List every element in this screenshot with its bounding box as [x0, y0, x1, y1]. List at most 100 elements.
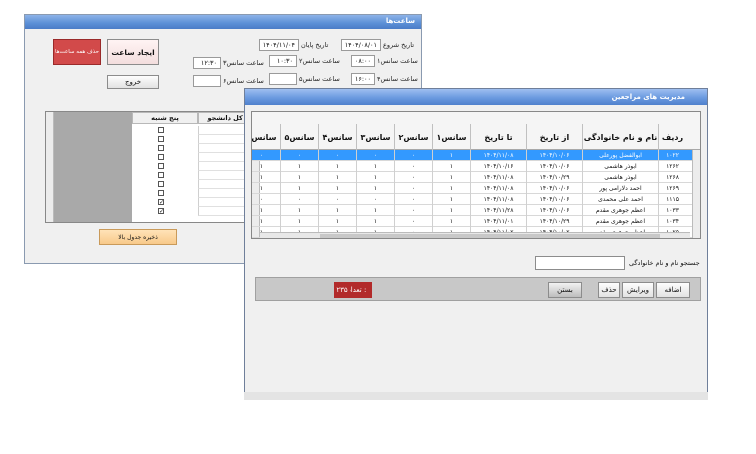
- clients-grid-cell: ۱: [252, 161, 280, 172]
- clients-grid[interactable]: ردیف نام و نام خانوادگی از تاریخ تا تاریخ سا…: [251, 111, 701, 239]
- time6-field[interactable]: [193, 75, 221, 87]
- clients-grid-cell: ۱: [356, 216, 394, 227]
- taskbar-strip: [244, 392, 708, 400]
- clients-grid-cell: ۱۰۳۳: [658, 205, 686, 216]
- clients-grid-cell: ۱۴۰۴/۱۰/۱۶: [470, 161, 526, 172]
- clients-grid-row[interactable]: ۱۲۶۸ ابوذر هاشمی ۱۴۰۴/۱۰/۲۹ ۱۴۰۴/۱۱/۰۸ ۱ ۰ ۱ ۱ ۱…: [252, 172, 700, 183]
- students-grid[interactable]: پنج شنبه تعداد کل دانشجو ۲۲۳۲۲۴۲۱۱۱۴۶۲۲۵…: [45, 111, 267, 223]
- clients-grid-cell: ۱۴۰۴/۱۱/۰۱: [470, 216, 526, 227]
- students-grid-scrollbar[interactable]: [46, 112, 54, 222]
- clients-grid-cell: ۰: [356, 194, 394, 205]
- count-value: ۲۳۵: [334, 282, 350, 298]
- edit-button[interactable]: ویرایش: [622, 282, 654, 298]
- clients-grid-cell: ۱: [432, 194, 470, 205]
- clients-grid-cell: ۱۴۰۴/۱۰/۰۶: [526, 183, 582, 194]
- clients-grid-cell: ۱۰۲۲: [658, 150, 686, 161]
- delete-button[interactable]: حذف: [598, 282, 620, 298]
- time3-field[interactable]: ۱۲:۳۰: [193, 57, 221, 69]
- clients-grid-cell: ۱: [280, 183, 318, 194]
- time4-field[interactable]: ۱۶:۰۰: [351, 73, 375, 85]
- add-button[interactable]: اضافه: [656, 282, 690, 298]
- save-table-button[interactable]: ذخیره جدول بالا: [99, 229, 177, 245]
- clients-grid-row[interactable]: ۱۲۶۲ ابوذر هاشمی ۱۴۰۴/۱۰/۰۶ ۱۴۰۴/۱۰/۱۶ ۱ ۰ ۱ ۱ ۱…: [252, 161, 700, 172]
- clients-grid-row[interactable]: ۱۰۳۳ اعظم جوهری مقدم ۱۴۰۴/۱۰/۰۶ ۱۴۰۴/۱۱/۲۸ ۱…: [252, 205, 700, 216]
- clients-grid-row[interactable]: ۱۰۲۲ ابوالفضل پورعلی ۱۴۰۴/۱۰/۰۶ ۱۴۰۴/۱۱/۰۸ ۱…: [252, 150, 700, 161]
- thursday-checkbox[interactable]: [158, 181, 164, 187]
- clients-grid-cell: ۱۴۰۴/۱۱/۰۸: [470, 172, 526, 183]
- thursday-checkbox[interactable]: [158, 190, 164, 196]
- clients-grid-cell: ۱: [356, 183, 394, 194]
- thursday-checkbox[interactable]: [158, 172, 164, 178]
- clients-grid-cell: احمد دلارامی پور: [582, 183, 658, 194]
- clients-grid-col-header[interactable]: نام و نام خانوادگی: [582, 124, 658, 150]
- clients-grid-cell: ۱: [432, 205, 470, 216]
- clients-grid-cell: ۱: [432, 216, 470, 227]
- clients-grid-cell: ۱: [252, 172, 280, 183]
- row-selector[interactable]: [692, 227, 700, 238]
- thursday-checkbox[interactable]: ✓: [158, 208, 164, 215]
- hscroll-thumb[interactable]: [320, 234, 660, 238]
- clients-grid-cell: ۱: [280, 216, 318, 227]
- clients-grid-cell: ۱: [356, 161, 394, 172]
- delete-all-sessions-button[interactable]: حذف همه ساعت‌ها: [53, 39, 101, 65]
- row-selector[interactable]: [692, 194, 700, 205]
- thursday-checkbox[interactable]: [158, 154, 164, 160]
- thursday-checkbox[interactable]: [158, 136, 164, 142]
- clients-window-title: مدیریت های مراجعین: [611, 93, 685, 101]
- time2-field[interactable]: ۱۰:۳۰: [269, 55, 297, 67]
- clients-grid-cell: ۱: [280, 172, 318, 183]
- clients-grid-cell: ۱: [318, 205, 356, 216]
- clients-grid-cell: ۱۴۰۴/۱۰/۲۹: [526, 216, 582, 227]
- clients-grid-col-header[interactable]: ردیف: [658, 124, 686, 150]
- clients-grid-row[interactable]: ۱۰۳۴ اعظم جوهری مقدم ۱۴۰۴/۱۰/۲۹ ۱۴۰۴/۱۱/۰۱ ۱…: [252, 216, 700, 227]
- clients-grid-cell: ۱: [252, 205, 280, 216]
- clients-grid-cell: اعظم جوهری مقدم: [582, 216, 658, 227]
- students-grid-col-day[interactable]: پنج شنبه: [132, 112, 198, 124]
- clients-grid-cell: ۰: [394, 161, 432, 172]
- exit-button[interactable]: خروج: [107, 75, 159, 89]
- row-selector[interactable]: [692, 161, 700, 172]
- close-button[interactable]: بستن: [548, 282, 582, 298]
- clients-grid-col-header[interactable]: سانس۳: [356, 124, 394, 150]
- clients-grid-col-header[interactable]: از تاریخ: [526, 124, 582, 150]
- thursday-checkbox[interactable]: [158, 127, 164, 133]
- clients-grid-col-header[interactable]: سانس۴: [318, 124, 356, 150]
- clients-grid-cell: ۰: [394, 216, 432, 227]
- clients-grid-cell: ۱۲۶۸: [658, 172, 686, 183]
- clients-grid-row[interactable]: ۱۱۱۵ احمد علی محمدی ۱۴۰۴/۱۰/۰۶ ۱۴۰۴/۱۱/۰۸ ۱ ۰…: [252, 194, 700, 205]
- clients-grid-cell: ۱: [432, 172, 470, 183]
- row-selector[interactable]: [692, 150, 700, 161]
- clients-grid-cell: ۱۲۶۹: [658, 183, 686, 194]
- clients-grid-header: ردیف نام و نام خانوادگی از تاریخ تا تاریخ سا…: [252, 112, 700, 150]
- clients-grid-cell: ۱: [432, 161, 470, 172]
- clients-grid-cell: ۱۴۰۴/۱۱/۰۸: [470, 183, 526, 194]
- thursday-checkbox[interactable]: [158, 163, 164, 169]
- clients-grid-cell: ۱: [318, 183, 356, 194]
- clients-grid-cell: ۱: [356, 205, 394, 216]
- end-date-field[interactable]: ۱۴۰۴/۱۱/۰۴: [259, 39, 299, 51]
- clients-window-titlebar[interactable]: مدیریت های مراجعین: [245, 89, 707, 105]
- clients-grid-hscrollbar[interactable]: [260, 232, 690, 238]
- clients-grid-col-header[interactable]: سانس۵: [280, 124, 318, 150]
- row-selector[interactable]: [692, 172, 700, 183]
- start-date-field[interactable]: ۱۴۰۴/۰۸/۰۱: [341, 39, 381, 51]
- clients-grid-cell: ۰: [394, 205, 432, 216]
- thursday-checkbox[interactable]: ✓: [158, 199, 164, 206]
- time5-field[interactable]: [269, 73, 297, 85]
- clients-grid-row[interactable]: ۱۲۶۹ احمد دلارامی پور ۱۴۰۴/۱۰/۰۶ ۱۴۰۴/۱۱/۰۸…: [252, 183, 700, 194]
- clients-grid-col-header[interactable]: سانس۶: [252, 124, 280, 150]
- clients-grid-col-header[interactable]: تا تاریخ: [470, 124, 526, 150]
- clients-grid-cell: ۱۰۳۴: [658, 216, 686, 227]
- clients-grid-cell: ۱۴۰۴/۱۰/۰۶: [526, 205, 582, 216]
- clients-grid-col-header[interactable]: سانس۲: [394, 124, 432, 150]
- row-selector[interactable]: [692, 205, 700, 216]
- row-selector[interactable]: [692, 183, 700, 194]
- sessions-window-titlebar[interactable]: ساعت‌ها: [25, 15, 421, 29]
- row-selector[interactable]: [692, 216, 700, 227]
- thursday-checkbox[interactable]: [158, 145, 164, 151]
- time2-label: ساعت سانس۲: [299, 57, 340, 65]
- time1-field[interactable]: ۰۸:۰۰: [351, 55, 375, 67]
- search-input[interactable]: [535, 256, 625, 270]
- clients-grid-col-header[interactable]: سانس۱: [432, 124, 470, 150]
- create-session-button[interactable]: ایجاد ساعت: [107, 39, 159, 65]
